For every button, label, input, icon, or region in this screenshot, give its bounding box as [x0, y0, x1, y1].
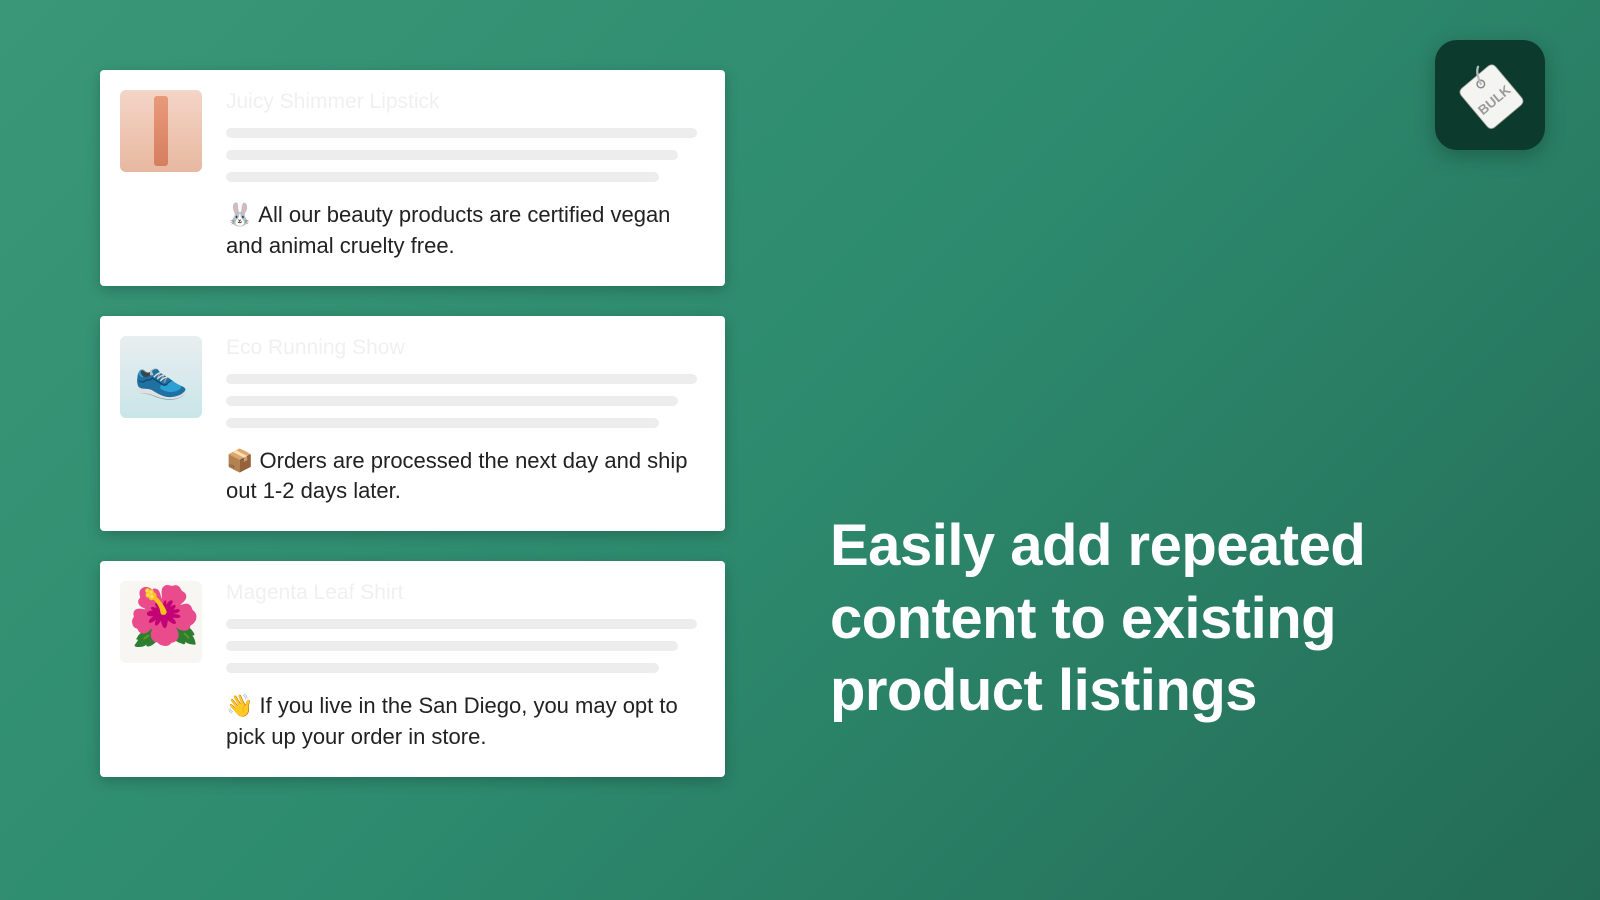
skeleton-line	[226, 374, 697, 384]
marketing-headline: Easily add repeated content to existing …	[830, 510, 1520, 728]
skeleton-line	[226, 128, 697, 138]
skeleton-line	[226, 396, 678, 406]
app-icon: BULK	[1435, 40, 1545, 150]
product-card-body: Juicy Shimmer Lipstick 🐰 All our beauty …	[226, 90, 697, 262]
skeleton-line	[226, 619, 697, 629]
product-card: Juicy Shimmer Lipstick 🐰 All our beauty …	[100, 70, 725, 286]
product-note: 🐰 All our beauty products are certified …	[226, 200, 697, 262]
product-note: 📦 Orders are processed the next day and …	[226, 446, 697, 508]
product-cards-list: Juicy Shimmer Lipstick 🐰 All our beauty …	[100, 70, 725, 807]
product-card: Eco Running Show 📦 Orders are processed …	[100, 316, 725, 532]
skeleton-line	[226, 663, 659, 673]
skeleton-line	[226, 418, 659, 428]
product-card-body: Eco Running Show 📦 Orders are processed …	[226, 336, 697, 508]
skeleton-line	[226, 172, 659, 182]
product-card-body: Magenta Leaf Shirt 👋 If you live in the …	[226, 581, 697, 753]
product-thumbnail	[120, 581, 202, 663]
product-thumbnail	[120, 90, 202, 172]
skeleton-line	[226, 150, 678, 160]
skeleton-line	[226, 641, 678, 651]
product-card: Magenta Leaf Shirt 👋 If you live in the …	[100, 561, 725, 777]
product-title: Juicy Shimmer Lipstick	[226, 90, 697, 114]
product-title: Eco Running Show	[226, 336, 697, 360]
bulk-tag-icon: BULK	[1453, 58, 1528, 133]
product-thumbnail	[120, 336, 202, 418]
product-title: Magenta Leaf Shirt	[226, 581, 697, 605]
product-note: 👋 If you live in the San Diego, you may …	[226, 691, 697, 753]
